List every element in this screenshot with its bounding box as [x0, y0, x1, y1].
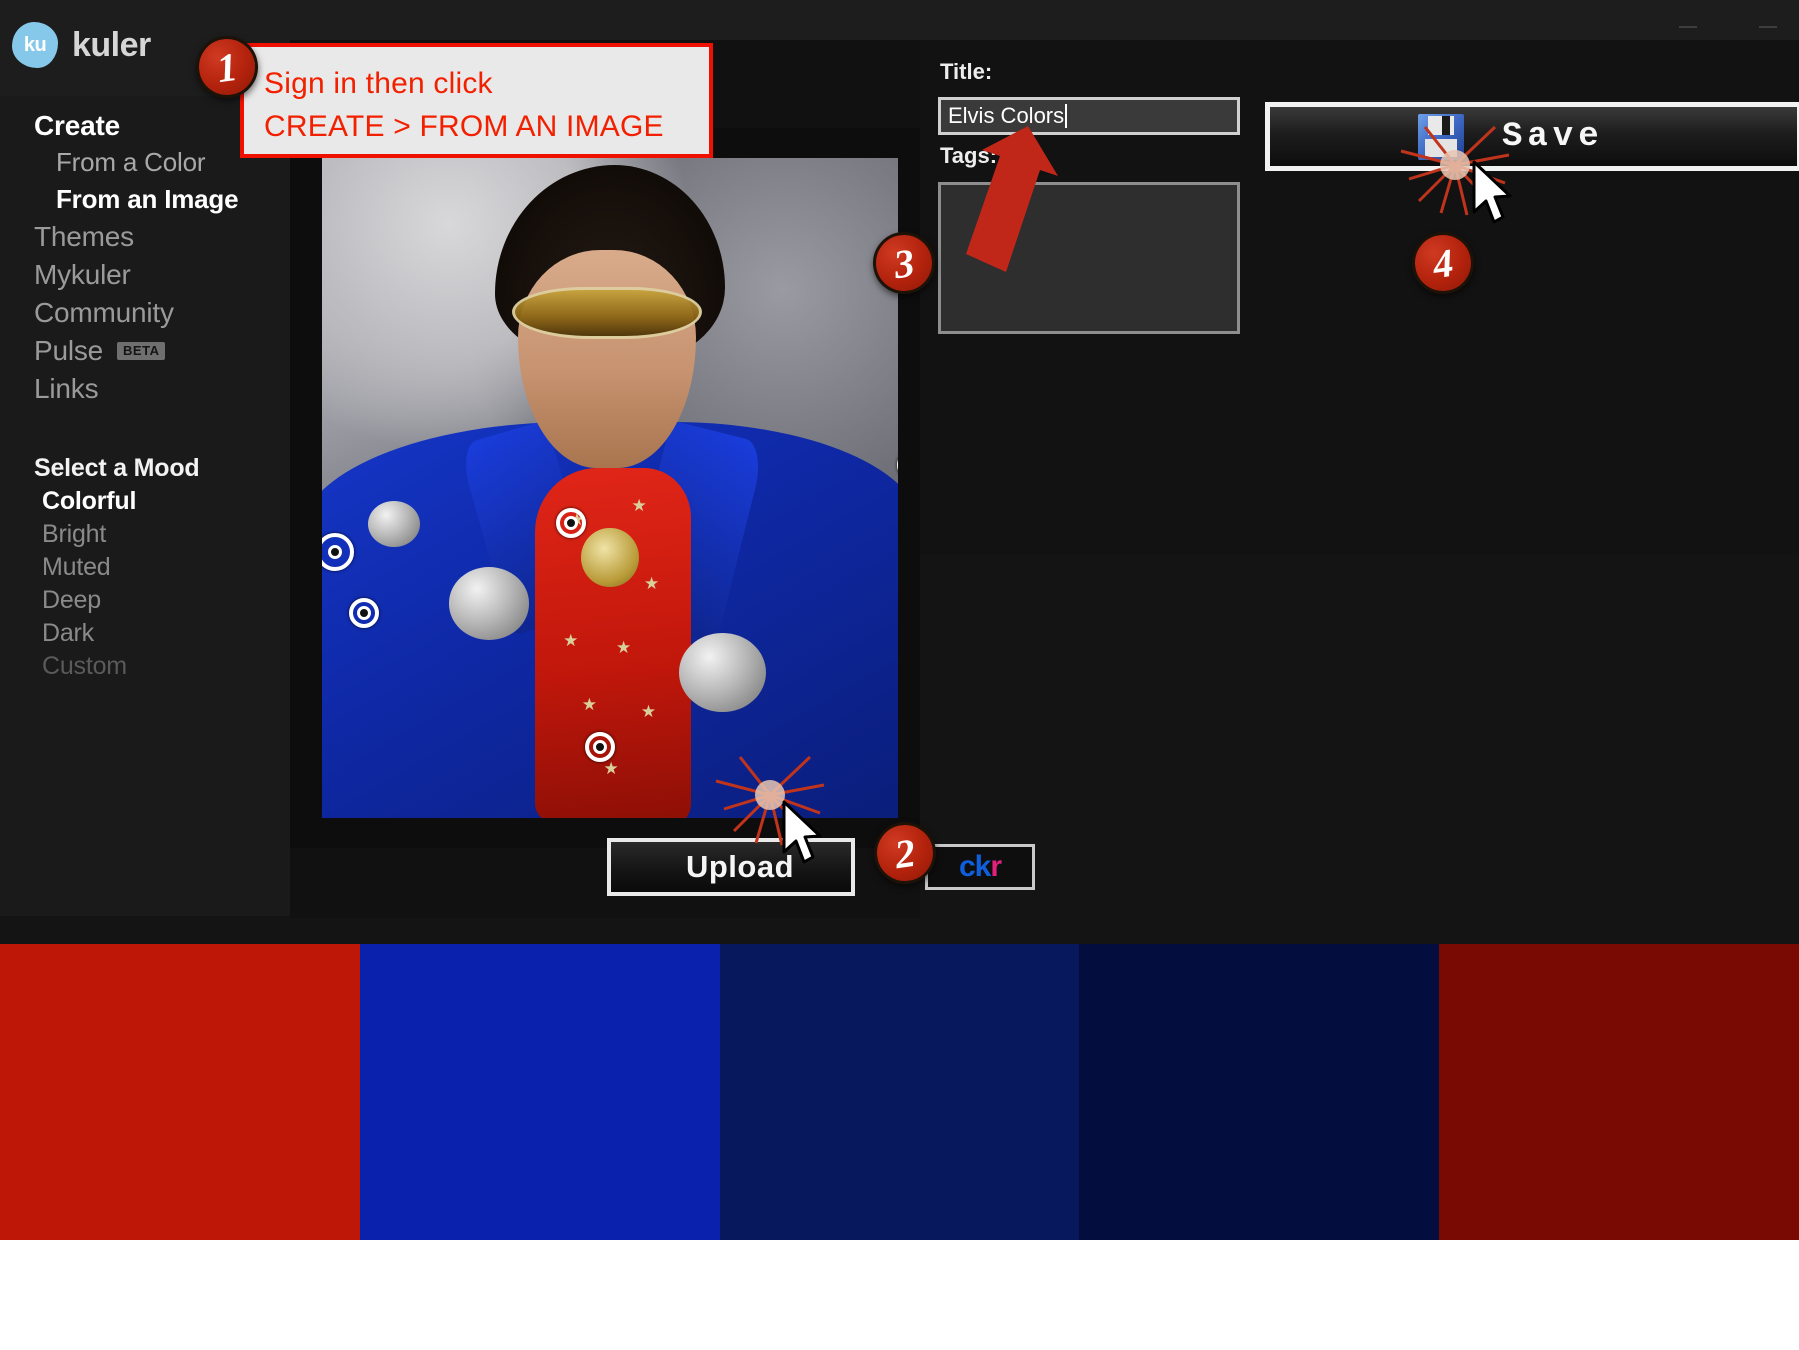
callout-line-1: Sign in then click: [264, 67, 493, 100]
mood-item-bright[interactable]: Bright: [0, 518, 290, 551]
screenshot-root: ku kuler Create From a Color From an Ima…: [0, 0, 1799, 1350]
photo-star: ★: [603, 759, 619, 779]
photo-star: ★: [581, 695, 597, 715]
floppy-shutter: [1428, 115, 1454, 135]
maximize-icon[interactable]: [1759, 26, 1777, 28]
sidebar-item-label: Mykuler: [34, 259, 131, 290]
upload-button-label: Upload: [685, 849, 795, 884]
color-sample-marker[interactable]: [585, 732, 615, 762]
window-controls[interactable]: [1635, 14, 1785, 38]
color-sample-marker[interactable]: [897, 450, 898, 480]
sidebar-item-from-an-image[interactable]: From an Image: [0, 181, 290, 218]
sidebar-item-community[interactable]: Community: [0, 294, 290, 332]
sidebar-item-mykuler[interactable]: Mykuler: [0, 256, 290, 294]
sidebar-item-label: Links: [34, 373, 99, 404]
kuler-wordmark: kuler: [72, 25, 151, 64]
save-button-label: Save: [1502, 117, 1604, 156]
swatch-5[interactable]: [1439, 944, 1799, 1240]
color-sample-marker[interactable]: [556, 508, 586, 538]
kuler-application: ku kuler Create From a Color From an Ima…: [0, 0, 1799, 1240]
sidebar-item-pulse[interactable]: Pulse BETA: [0, 332, 290, 370]
swatch-1[interactable]: [0, 944, 360, 1240]
color-sample-marker[interactable]: [349, 598, 379, 628]
photo-star: ★: [615, 638, 632, 658]
floppy-label: [1425, 138, 1457, 157]
photo-sunglasses-region: [512, 286, 703, 340]
color-theme-swatches: [0, 944, 1799, 1240]
mood-item-deep[interactable]: Deep: [0, 584, 290, 617]
sidebar-item-label: Pulse: [34, 335, 104, 366]
sidebar-item-themes[interactable]: Themes: [0, 218, 290, 256]
floppy-disk-icon: [1418, 113, 1464, 160]
photo-star: ★: [563, 631, 579, 651]
mood-item-colorful[interactable]: Colorful: [0, 485, 290, 518]
flickr-logo-blue: ck: [958, 850, 991, 883]
flickr-logo-pink: r: [990, 850, 1002, 883]
swatch-4[interactable]: [1079, 944, 1440, 1240]
flickr-import-button[interactable]: ckr: [925, 844, 1035, 890]
swatch-3[interactable]: [719, 944, 1080, 1240]
source-photo[interactable]: ★ ★ ★ ★ ★ ★ ★ ★ ★: [322, 158, 898, 818]
sidebar: Create From a Color From an Image Themes…: [0, 96, 290, 916]
mood-heading: Select a Mood: [34, 454, 200, 482]
photo-pendant: [581, 527, 639, 587]
callout-line-2: CREATE > FROM AN IMAGE: [264, 109, 664, 143]
red-pointer-arrow-icon: [966, 126, 1058, 272]
kuler-blob-icon: ku: [12, 22, 58, 68]
mood-item-dark[interactable]: Dark: [0, 617, 290, 650]
mood-item-custom[interactable]: Custom: [0, 650, 290, 683]
photo-star: ★: [640, 702, 657, 722]
photo-star: ★: [643, 574, 660, 594]
instruction-callout: Sign in then click CREATE > FROM AN IMAG…: [240, 43, 713, 158]
save-button[interactable]: Save: [1265, 102, 1799, 171]
minimize-icon[interactable]: [1679, 26, 1697, 28]
flickr-logo-icon: ckr: [958, 850, 1002, 884]
photo-concho: [368, 501, 420, 548]
photo-star: ★: [631, 495, 647, 515]
photo-concho: [679, 633, 766, 713]
upload-row: Upload ckr: [607, 838, 1035, 896]
sidebar-item-label: Community: [34, 297, 174, 328]
title-field-label: Title:: [940, 59, 993, 84]
swatch-2[interactable]: [359, 944, 720, 1240]
photo-concho: [448, 567, 530, 640]
beta-badge: BETA: [117, 341, 166, 361]
sidebar-item-links[interactable]: Links: [0, 370, 290, 408]
source-photo-frame: ★ ★ ★ ★ ★ ★ ★ ★ ★: [290, 128, 920, 848]
sidebar-item-label: Themes: [34, 221, 134, 252]
kuler-logo[interactable]: ku kuler: [12, 22, 151, 68]
mood-item-muted[interactable]: Muted: [0, 551, 290, 584]
upload-button[interactable]: Upload: [607, 838, 855, 896]
